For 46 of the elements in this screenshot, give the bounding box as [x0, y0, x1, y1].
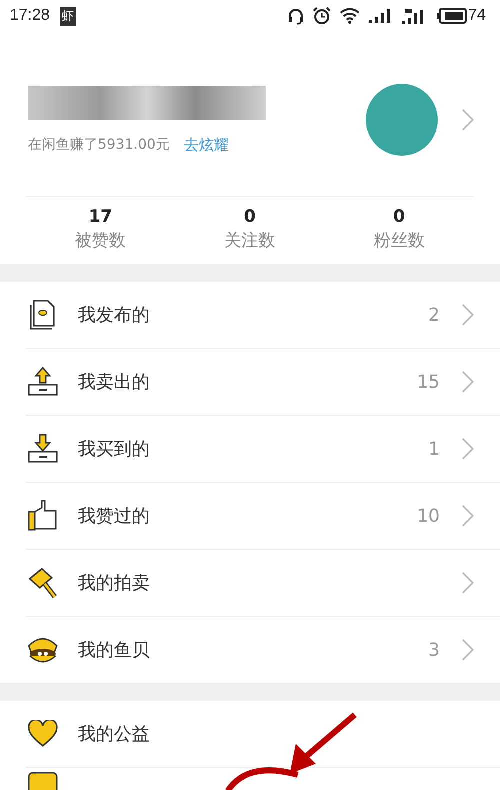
menu-label: 我的公益	[78, 723, 150, 746]
stat-label[interactable]: 关注数	[224, 229, 276, 252]
chevron-right-icon	[462, 371, 474, 393]
menu-label: 我卖出的	[78, 371, 150, 394]
tray-upload-icon	[28, 367, 58, 397]
menu-label: 我发布的	[78, 304, 150, 327]
menu-row[interactable]: 我发布的 2	[26, 282, 500, 349]
item-count: 2	[428, 304, 440, 326]
wifi-icon	[340, 8, 360, 24]
tray-download-icon	[28, 434, 58, 464]
menu-label: 我买到的	[78, 438, 150, 461]
stat-label[interactable]: 粉丝数	[374, 229, 425, 252]
chevron-right-icon	[462, 109, 474, 131]
earnings-text: 在闲鱼赚了5931.00元	[28, 136, 170, 154]
menu-row[interactable]: 我的拍卖	[26, 550, 500, 617]
stat-count: 0	[393, 207, 406, 227]
document-icon	[28, 300, 58, 330]
menu-row[interactable]: 我赞过的 10	[26, 483, 500, 550]
headphones-icon	[288, 7, 304, 25]
stat-label[interactable]: 被赞数	[75, 229, 126, 252]
menu-label: 我赞过的	[78, 505, 150, 528]
item-count: 1	[428, 438, 440, 460]
stat-count: 17	[88, 207, 112, 227]
chevron-right-icon	[462, 639, 474, 661]
menu-label: 我的拍卖	[78, 572, 150, 595]
oyster-icon	[27, 636, 59, 664]
clock-time: 17:28	[10, 7, 50, 25]
app-notification-badge: 虾	[60, 6, 76, 26]
heart-icon	[28, 720, 58, 748]
menu-row[interactable]: 我卖出的 15	[26, 349, 500, 416]
menu-label: 我的鱼贝	[78, 639, 150, 662]
alarm-clock-icon	[313, 7, 332, 25]
chevron-right-icon	[462, 438, 474, 460]
chevron-right-icon	[462, 304, 474, 326]
stat-count: 0	[244, 207, 256, 227]
item-count: 15	[417, 372, 440, 392]
item-count: 10	[417, 506, 440, 526]
item-count: 3	[428, 640, 440, 660]
menu-row[interactable]: 我买到的 1	[26, 416, 500, 483]
chevron-right-icon	[462, 572, 474, 594]
chevron-right-icon	[462, 505, 474, 527]
menu-row[interactable]: 我的鱼贝 3	[26, 617, 500, 683]
thumbs-up-icon	[28, 500, 58, 532]
battery-icon	[437, 8, 468, 24]
battery-percentage: 74	[468, 7, 486, 25]
gavel-icon	[28, 567, 58, 599]
